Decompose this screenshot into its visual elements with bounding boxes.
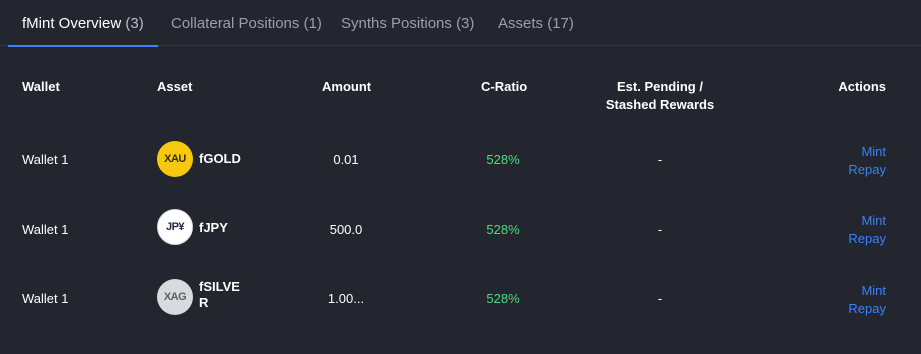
- asset-name-line2: R: [199, 295, 209, 310]
- actions-cell: Mint Repay: [786, 143, 886, 179]
- yen-coin-icon: JP¥: [157, 209, 193, 245]
- tab-fmint-overview[interactable]: fMint Overview (3): [8, 0, 158, 47]
- rewards-cell: -: [657, 222, 663, 237]
- mint-button[interactable]: Mint: [786, 212, 886, 230]
- tab-collateral-positions[interactable]: Collateral Positions (1): [171, 0, 322, 46]
- amount-cell: 0.01: [333, 152, 359, 167]
- header-rewards-line2: Stashed Rewards: [605, 97, 715, 112]
- c-ratio-cell: 528%: [486, 222, 520, 237]
- tab-label: fMint Overview: [22, 15, 122, 32]
- asset-name: fSILVE R: [199, 279, 240, 311]
- rewards-cell: -: [657, 152, 663, 167]
- gold-coin-icon: XAU: [157, 141, 193, 177]
- header-c-ratio: C-Ratio: [481, 79, 528, 94]
- header-rewards: Est. Pending / Stashed Rewards: [600, 78, 720, 114]
- amount-cell: 500.0: [329, 222, 363, 237]
- wallet-cell: Wallet 1: [22, 291, 69, 306]
- asset-name-line1: fJPY: [199, 220, 228, 235]
- repay-button[interactable]: Repay: [786, 300, 886, 318]
- c-ratio-cell: 528%: [486, 152, 520, 167]
- rewards-cell: -: [657, 291, 663, 306]
- actions-cell: Mint Repay: [786, 282, 886, 318]
- repay-button[interactable]: Repay: [786, 161, 886, 179]
- c-ratio-cell: 528%: [486, 291, 520, 306]
- table-row: Wallet 1 XAG fSILVE R 1.00... 528% - Min…: [0, 264, 921, 332]
- header-asset: Asset: [157, 79, 193, 94]
- tab-count: (17): [547, 15, 574, 32]
- asset-name: fGOLD: [199, 151, 241, 167]
- table-row: Wallet 1 JP¥ fJPY 500.0 528% - Mint Repa…: [0, 195, 921, 263]
- amount-cell: 1.00...: [327, 291, 365, 306]
- tab-count: (3): [125, 15, 144, 32]
- tab-bar: fMint Overview (3) Collateral Positions …: [0, 0, 921, 47]
- actions-cell: Mint Repay: [786, 212, 886, 248]
- mint-button[interactable]: Mint: [786, 143, 886, 161]
- tab-synths-positions[interactable]: Synths Positions (3): [341, 0, 474, 46]
- mint-button[interactable]: Mint: [786, 282, 886, 300]
- asset-name-line1: fSILVE: [199, 279, 240, 294]
- tab-count: (1): [303, 15, 322, 32]
- silver-coin-icon: XAG: [157, 279, 193, 315]
- asset-name: fJPY: [199, 220, 228, 236]
- header-rewards-line1: Est. Pending /: [617, 79, 703, 94]
- header-wallet: Wallet: [22, 79, 60, 94]
- asset-name-line1: fGOLD: [199, 151, 241, 166]
- tab-label: Synths Positions: [341, 15, 452, 32]
- tab-count: (3): [456, 15, 475, 32]
- tab-label: Collateral Positions: [171, 15, 300, 32]
- wallet-cell: Wallet 1: [22, 152, 69, 167]
- tab-assets[interactable]: Assets (17): [498, 0, 574, 46]
- header-actions: Actions: [838, 79, 886, 94]
- table-row: Wallet 1 XAU fGOLD 0.01 528% - Mint Repa…: [0, 126, 921, 194]
- tab-label: Assets: [498, 15, 544, 32]
- wallet-cell: Wallet 1: [22, 222, 69, 237]
- header-amount: Amount: [322, 79, 372, 94]
- repay-button[interactable]: Repay: [786, 230, 886, 248]
